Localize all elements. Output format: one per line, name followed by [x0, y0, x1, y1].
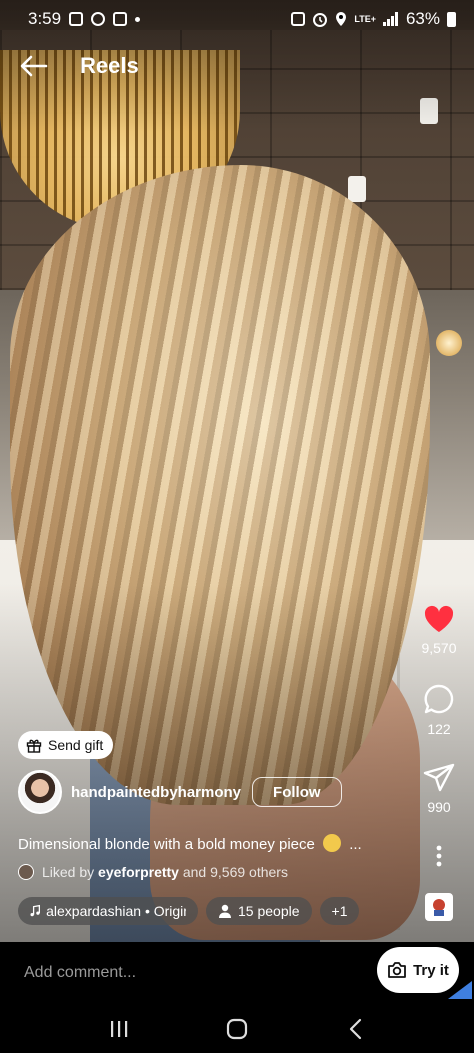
status-bar: 3:59 LTE+ 63%	[0, 0, 474, 38]
signal-icon	[382, 12, 398, 26]
reels-header: Reels	[0, 44, 474, 88]
liked-by-user: eyeforpretty	[98, 864, 179, 880]
system-nav-bar	[0, 1004, 474, 1053]
try-it-button[interactable]: Try it	[377, 947, 459, 993]
music-note-icon	[30, 904, 41, 917]
avatar[interactable]	[18, 770, 62, 814]
caption-text: Dimensional blonde with a bold money pie…	[18, 836, 315, 853]
comment-action: 122	[410, 683, 468, 737]
more-action	[410, 845, 468, 867]
comment-icon	[424, 684, 454, 714]
caption-more: ...	[349, 836, 362, 853]
follow-button[interactable]: Follow	[252, 777, 342, 807]
people-chip[interactable]: 15 people	[206, 897, 312, 925]
alarm-icon	[313, 13, 328, 27]
status-time: 3:59	[28, 9, 62, 28]
caption[interactable]: Dimensional blonde with a bold money pie…	[18, 834, 398, 853]
share-count: 990	[427, 799, 451, 815]
threads-notification-icon	[91, 12, 106, 26]
audio-art-icon	[433, 899, 445, 916]
battery-percent: 63%	[405, 9, 440, 28]
network-type: LTE+	[354, 13, 376, 24]
audio-action	[410, 893, 468, 921]
audio-chip[interactable]: alexpardashian • Original audio	[18, 897, 198, 925]
share-button[interactable]	[423, 763, 455, 793]
meta-chips: alexpardashian • Original audio 15 peopl…	[18, 897, 360, 925]
back-arrow-icon	[20, 55, 48, 77]
author-username[interactable]: handpaintedbyharmony	[71, 784, 241, 801]
liked-by-prefix: Liked by	[42, 864, 95, 880]
liked-by-row[interactable]: Liked by eyeforpretty and 9,569 others	[18, 864, 288, 880]
more-options-button[interactable]	[436, 845, 442, 867]
back-nav-icon	[349, 1018, 362, 1039]
back-button[interactable]	[16, 48, 52, 84]
location-icon	[336, 12, 347, 26]
money-mouth-emoji-icon	[323, 834, 342, 852]
audio-thumbnail[interactable]	[425, 893, 453, 921]
status-right: LTE+ 63%	[291, 9, 456, 29]
home-icon	[226, 1018, 248, 1039]
more-notifications-icon	[135, 16, 141, 22]
more-chip[interactable]: +1	[319, 897, 360, 925]
like-count: 9,570	[421, 640, 457, 656]
comment-button[interactable]	[423, 683, 455, 715]
recents-icon	[111, 1020, 128, 1037]
data-saver-icon	[291, 12, 306, 26]
person-icon	[219, 904, 231, 918]
effect-badge-icon	[448, 981, 472, 999]
camera-icon	[388, 962, 406, 978]
home-button[interactable]	[217, 1009, 257, 1049]
share-action: 990	[410, 763, 468, 815]
status-left: 3:59	[28, 9, 141, 29]
send-gift-button[interactable]: Send gift	[18, 731, 114, 759]
like-button[interactable]	[423, 604, 455, 634]
audio-chip-label: alexpardashian • Original audio	[46, 903, 186, 919]
more-vert-icon	[436, 845, 442, 867]
gift-icon	[26, 739, 42, 753]
people-chip-label: 15 people	[238, 903, 300, 919]
send-gift-label: Send gift	[48, 737, 104, 753]
liked-by-avatar	[18, 864, 34, 880]
heart-icon	[424, 605, 454, 632]
comment-count: 122	[427, 721, 451, 737]
system-back-button[interactable]	[335, 1009, 375, 1049]
like-action: 9,570	[410, 604, 468, 656]
gallery-notification-icon	[69, 12, 84, 26]
app-notification-icon	[113, 12, 128, 26]
page-title: Reels	[80, 53, 139, 78]
recents-button[interactable]	[99, 1009, 139, 1049]
try-it-label: Try it	[413, 961, 449, 979]
share-icon	[423, 763, 455, 792]
author-row: handpaintedbyharmony Follow	[18, 770, 342, 814]
liked-by-suffix: and 9,569 others	[182, 864, 288, 880]
battery-icon	[447, 11, 456, 27]
